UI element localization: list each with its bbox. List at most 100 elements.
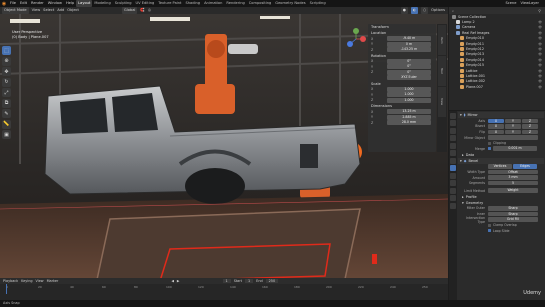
flip-y-toggle[interactable]: Y [505, 129, 521, 135]
menu-window[interactable]: Window [46, 0, 64, 7]
rotation-mode-dropdown[interactable]: XYZ Euler [387, 75, 431, 81]
location-y-field[interactable]: 0 m [387, 41, 431, 47]
workspace-tab-geometry-nodes[interactable]: Geometry Nodes [273, 0, 307, 7]
bisect-z-toggle[interactable]: Z [522, 124, 538, 129]
location-z-field[interactable]: -143.25 m [387, 47, 431, 53]
rotation-z-field[interactable]: 0° [387, 69, 431, 75]
menu-help[interactable]: Help [64, 0, 76, 7]
add-cube-icon[interactable]: ▣ [2, 130, 11, 139]
visibility-eye-icon[interactable]: 👁 [538, 85, 542, 89]
merge-checkbox[interactable] [488, 147, 491, 151]
bevel-modifier-name[interactable]: Bevel [468, 159, 478, 163]
outliner-row[interactable]: Plane.007 👁 [449, 84, 545, 89]
mirror-modifier-name[interactable]: Mirror [468, 113, 478, 117]
miter-outer-dropdown[interactable]: Sharp [488, 206, 538, 211]
rotation-x-field[interactable]: 0° [387, 58, 431, 64]
dimensions-z-field[interactable]: 28.0 mm [387, 120, 431, 126]
workspace-tab-scripting[interactable]: Scripting [308, 0, 328, 7]
visibility-eye-icon[interactable]: 👁 [538, 69, 542, 73]
axis-x-toggle[interactable]: X [488, 118, 504, 124]
tab-tool[interactable]: Tool [438, 56, 446, 86]
affect-vertices-toggle[interactable]: Vertices [488, 164, 512, 169]
mode-dropdown[interactable]: Object Mode [2, 7, 29, 14]
flip-x-toggle[interactable]: X [488, 129, 504, 135]
tab-item[interactable]: Item [438, 25, 446, 55]
view-layer-selector[interactable]: ViewLayer [518, 0, 541, 7]
scene-selector[interactable]: Scene [503, 0, 518, 7]
navigation-gizmo[interactable] [343, 26, 369, 52]
shading-solid-icon[interactable]: ● [400, 7, 408, 14]
menu-add[interactable]: Add [57, 7, 64, 14]
visibility-eye-icon[interactable]: 👁 [538, 52, 542, 56]
move-icon[interactable]: ✥ [2, 67, 11, 76]
intersection-dropdown[interactable]: Grid Fill [488, 217, 538, 222]
scale-x-field[interactable]: 1.000 [387, 86, 431, 92]
transform-icon[interactable]: ⧉ [2, 98, 11, 108]
timeline-menu-keying[interactable]: Keying [21, 279, 32, 283]
inner-dropdown[interactable]: Sharp [488, 211, 538, 217]
timeline-ruler[interactable]: 0 20 40 60 80 100 120 140 160 180 200 22… [0, 284, 448, 294]
visibility-eye-icon[interactable]: 👁 [538, 58, 542, 62]
scene-tab-icon[interactable] [450, 142, 456, 149]
scale-icon[interactable]: ⤢ [2, 88, 11, 97]
visibility-eye-icon[interactable]: 👁 [538, 20, 542, 24]
axis-z-toggle[interactable]: Z [522, 118, 538, 124]
transform-orientation-dropdown[interactable]: Global [121, 7, 138, 14]
scale-z-field[interactable]: 1.000 [387, 97, 431, 103]
annotate-icon[interactable]: ✎ [2, 109, 11, 118]
play-icon[interactable]: ▶ [177, 279, 180, 283]
end-frame-field[interactable]: 250 [265, 279, 279, 283]
select-icon[interactable]: ⬚ [2, 46, 11, 55]
world-tab-icon[interactable] [450, 150, 456, 156]
blender-logo-icon[interactable]: ◉ [0, 0, 8, 7]
width-type-dropdown[interactable]: Offset [488, 169, 538, 175]
tab-view[interactable]: View [438, 87, 446, 117]
timeline-menu-playback[interactable]: Playback [3, 279, 18, 283]
visibility-eye-icon[interactable]: 👁 [538, 25, 542, 29]
location-x-field[interactable]: -9.40 m [387, 36, 431, 42]
chevron-down-icon[interactable]: ▾ [460, 159, 462, 163]
visibility-eye-icon[interactable]: 👁 [538, 47, 542, 51]
workspace-tab-rendering[interactable]: Rendering [224, 0, 246, 7]
viewport-options-button[interactable]: Options [431, 7, 445, 14]
play-reverse-icon[interactable]: ◀ [171, 279, 174, 283]
workspace-tab-modeling[interactable]: Modeling [92, 0, 112, 7]
bisect-y-toggle[interactable]: Y [505, 124, 521, 129]
physics-tab-icon[interactable] [450, 180, 456, 186]
workspace-tab-shading[interactable]: Shading [183, 0, 202, 7]
visibility-eye-icon[interactable]: 👁 [538, 79, 542, 83]
timeline-editor[interactable]: Playback Keying View Marker ◀ ▶ 1 Start … [0, 278, 448, 300]
outliner-filter-icon[interactable]: ⚲ [538, 9, 541, 13]
data-tab-icon[interactable] [450, 195, 456, 201]
object-tab-icon[interactable] [450, 157, 456, 164]
workspace-tab-sculpting[interactable]: Sculpting [113, 0, 134, 7]
material-tab-icon[interactable] [450, 202, 456, 209]
scale-y-field[interactable]: 1.000 [387, 92, 431, 98]
dimensions-y-field[interactable]: 2.885 m [387, 114, 431, 120]
affect-edges-toggle[interactable]: Edges [513, 164, 537, 169]
timeline-menu-marker[interactable]: Marker [47, 279, 59, 283]
flip-z-toggle[interactable]: Z [522, 129, 538, 135]
mirror-object-field[interactable] [488, 135, 538, 140]
playhead[interactable] [6, 284, 7, 294]
chevron-down-icon[interactable]: ▾ [460, 113, 462, 117]
snap-icon[interactable]: 🧲 [140, 7, 144, 14]
axis-y-toggle[interactable]: Y [505, 118, 521, 124]
current-frame-field[interactable]: 1 [222, 279, 231, 283]
visibility-eye-icon[interactable]: 👁 [538, 31, 542, 35]
dimensions-x-field[interactable]: 13.25 m [387, 109, 431, 115]
workspace-tab-texture-paint[interactable]: Texture Paint [156, 0, 183, 7]
bisect-x-toggle[interactable]: X [488, 124, 504, 129]
measure-icon[interactable]: 📏 [2, 119, 11, 129]
shading-material-icon[interactable]: ◐ [410, 7, 418, 14]
workspace-tab-uv-editing[interactable]: UV Editing [134, 0, 157, 7]
clipping-checkbox[interactable] [488, 141, 491, 145]
visibility-eye-icon[interactable]: 👁 [538, 74, 542, 78]
segments-field[interactable]: 5 [488, 180, 538, 186]
menu-render[interactable]: Render [29, 0, 46, 7]
visibility-eye-icon[interactable]: 👁 [538, 63, 542, 67]
render-tab-icon[interactable] [450, 120, 456, 126]
loop-slide-checkbox[interactable] [488, 229, 491, 233]
timeline-menu-view[interactable]: View [36, 279, 44, 283]
menu-view[interactable]: View [32, 7, 41, 14]
